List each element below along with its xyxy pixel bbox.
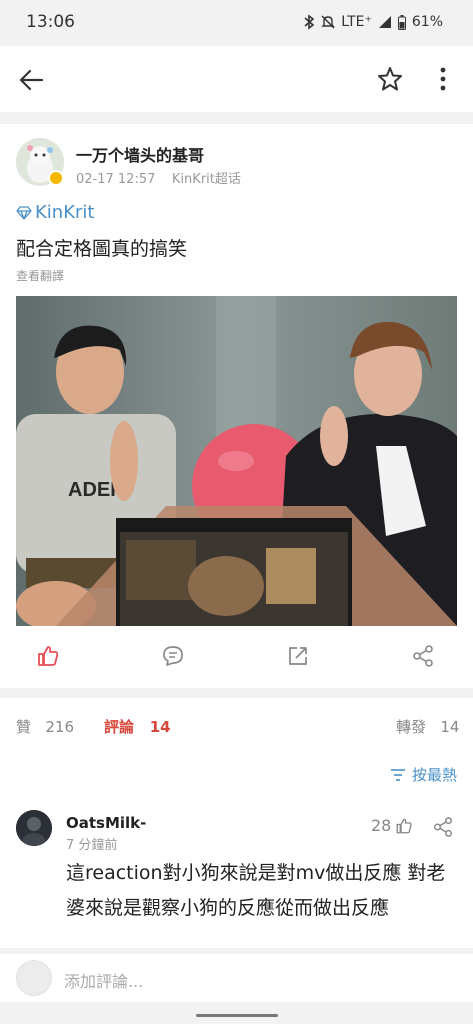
comment-share-icon[interactable] (432, 816, 454, 838)
like-outline-icon (396, 818, 413, 833)
likes-tab[interactable]: 贊 216 (16, 716, 74, 737)
commenter-avatar[interactable] (16, 810, 52, 846)
bluetooth-icon (303, 14, 315, 30)
comment-icon[interactable] (161, 644, 185, 668)
reposts-tab[interactable]: 轉發 14 (396, 716, 459, 737)
add-comment-input[interactable]: 添加評論... (64, 968, 143, 992)
author-name[interactable]: 一万个墙头的基哥 (76, 142, 204, 166)
status-time: 13:06 (26, 12, 75, 32)
back-arrow-icon[interactable] (18, 66, 46, 94)
home-indicator[interactable] (196, 1014, 278, 1017)
sort-button[interactable]: 按最熱 (390, 764, 457, 785)
commenter-name[interactable]: OatsMilk- (66, 814, 146, 832)
mute-icon (321, 14, 335, 30)
user-avatar (16, 960, 52, 996)
sort-icon (390, 768, 405, 781)
star-icon[interactable] (376, 65, 404, 93)
network-label: LTE⁺ (341, 14, 372, 30)
top-bar (0, 46, 473, 112)
battery-percent: 61% (411, 14, 443, 30)
verified-badge-icon (48, 170, 64, 186)
share-icon[interactable] (411, 644, 435, 668)
comments-tab[interactable]: 評論 14 (104, 716, 171, 737)
repost-icon[interactable] (286, 644, 310, 668)
likes-label: 贊 (16, 718, 32, 736)
post-source[interactable]: KinKrit超话 (172, 172, 241, 187)
comment-time: 7 分鐘前 (66, 838, 118, 853)
reposts-count: 14 (440, 718, 460, 736)
comments-count: 14 (149, 718, 171, 736)
topic-label: KinKrit (35, 202, 95, 223)
comment-text: 這reaction對小狗來說是對mv做出反應 對老婆來說是觀察小狗的反應從而做出… (66, 862, 446, 919)
comment-like-button[interactable]: 28 (371, 816, 413, 835)
post-card: 一万个墙头的基哥 02-17 12:57 KinKrit超话 KinKrit 配… (0, 124, 473, 688)
more-vertical-icon[interactable] (432, 65, 454, 93)
status-icons: LTE⁺ 61% (303, 14, 443, 30)
comments-section: 贊 216 評論 14 轉發 14 按最熱 OatsMilk- 7 分鐘前 28… (0, 698, 473, 948)
post-action-bar (0, 636, 473, 676)
diamond-icon (16, 205, 32, 220)
likes-count: 216 (45, 718, 74, 736)
topic-link[interactable]: KinKrit (16, 202, 94, 223)
post-photo[interactable]: ADER (16, 296, 457, 626)
add-comment-bar[interactable]: 添加評論... (0, 954, 473, 1002)
translate-link[interactable]: 查看翻譯 (16, 267, 64, 284)
post-meta: 02-17 12:57 KinKrit超话 (76, 168, 241, 187)
post-date: 02-17 12:57 (76, 172, 156, 187)
like-icon[interactable] (36, 644, 60, 668)
battery-icon (397, 14, 406, 30)
comments-label: 評論 (104, 718, 135, 736)
sort-label: 按最熱 (411, 766, 457, 784)
reposts-label: 轉發 (396, 718, 427, 736)
post-text: 配合定格圖真的搞笑 (16, 238, 188, 260)
signal-icon (378, 15, 392, 29)
status-bar: 13:06 LTE⁺ 61% (0, 0, 473, 46)
comment-like-count: 28 (371, 816, 392, 835)
